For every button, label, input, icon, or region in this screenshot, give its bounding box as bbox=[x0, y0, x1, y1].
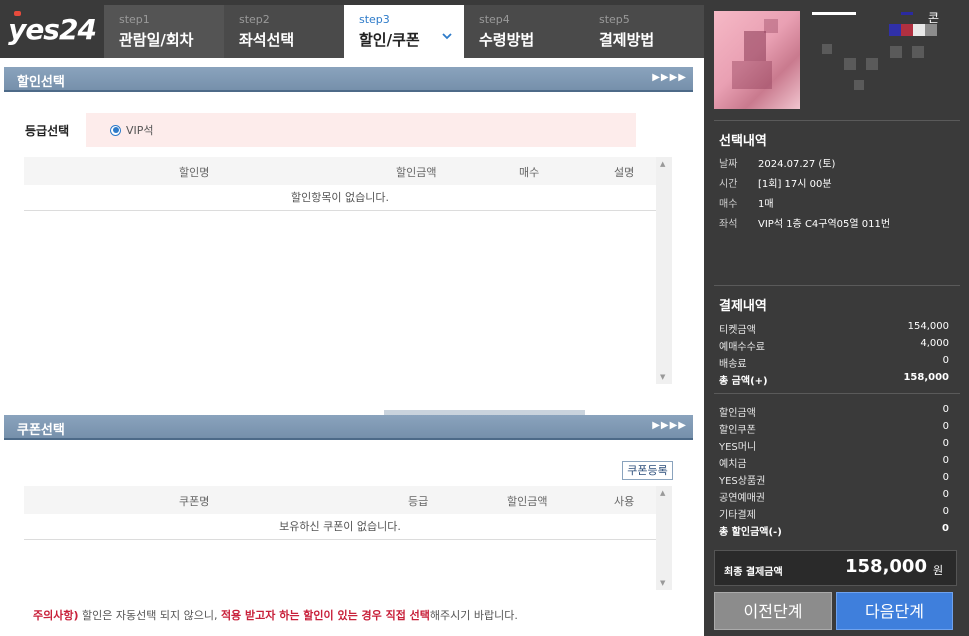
step-title: 결제방법 bbox=[599, 31, 655, 49]
other-payment-row: 기타결제 0 bbox=[719, 506, 949, 521]
discount-section-title: 할인선택 bbox=[17, 75, 65, 90]
scroll-down-icon[interactable]: ▼ bbox=[660, 373, 665, 381]
step-number: step3 bbox=[359, 13, 390, 26]
coupon-table-scrollbar[interactable]: ▲ ▼ bbox=[656, 486, 672, 590]
col-count: 매수 bbox=[519, 166, 540, 179]
scroll-up-icon[interactable]: ▲ bbox=[660, 489, 665, 497]
radio-selected-dot bbox=[112, 127, 119, 133]
notice-emphasis: 적용 받고자 하는 할인이 있는 경우 직접 선택 bbox=[220, 609, 430, 622]
notice-body-1: 할인은 자동선택 되지 않으니, bbox=[78, 609, 221, 622]
coupon-section-title: 쿠폰선택 bbox=[17, 423, 65, 438]
step-5-payment[interactable]: step5 결제방법 bbox=[584, 5, 704, 58]
yes-money-row: YES머니 0 bbox=[719, 438, 949, 453]
step-number: step5 bbox=[599, 13, 630, 26]
selection-seat: 좌석 VIP석 1층 C4구역05열 011번 bbox=[719, 219, 891, 230]
divider bbox=[714, 393, 960, 394]
col-use: 사용 bbox=[614, 495, 635, 508]
next-step-button[interactable]: 다음단계 bbox=[836, 592, 953, 630]
final-amount-value: 158,000 bbox=[845, 556, 927, 577]
show-voucher-row: 공연예매권 0 bbox=[719, 489, 949, 504]
blurred-title bbox=[854, 80, 864, 90]
step-4-delivery[interactable]: step4 수령방법 bbox=[464, 5, 584, 58]
step-title: 좌석선택 bbox=[239, 31, 295, 49]
step-3-discount-coupon[interactable]: step3 할인/쿠폰 bbox=[344, 5, 464, 58]
col-discount-name: 할인명 bbox=[179, 166, 210, 179]
total-amount-row: 총 금액(+) 158,000 bbox=[719, 372, 949, 387]
arrows-icon: ▶▶▶▶ bbox=[652, 420, 687, 431]
blurred-title bbox=[912, 46, 924, 58]
discount-section-bar: 할인선택 ▶▶▶▶ bbox=[4, 67, 693, 92]
chevron-down-icon bbox=[442, 33, 452, 40]
col-description: 설명 bbox=[614, 166, 635, 179]
final-amount-unit: 원 bbox=[933, 564, 944, 577]
discount-empty-message: 할인항목이 없습니다. bbox=[24, 185, 656, 211]
discount-table-scrollbar[interactable]: ▲ ▼ bbox=[656, 157, 672, 384]
selection-title: 선택내역 bbox=[719, 134, 767, 149]
blurred-title bbox=[925, 24, 937, 36]
col-coupon-name: 쿠폰명 bbox=[179, 495, 210, 508]
coupon-table: 쿠폰명 등급 할인금액 사용 보유하신 쿠폰이 없습니다. ▲ ▼ bbox=[24, 486, 672, 590]
coupon-section-bar: 쿠폰선택 ▶▶▶▶ bbox=[4, 415, 693, 440]
discount-table: 할인명 할인금액 매수 설명 할인항목이 없습니다. ▲ ▼ bbox=[24, 157, 672, 384]
col-discount-amount: 할인금액 bbox=[507, 495, 548, 508]
selection-time: 시간 [1회] 17시 00분 bbox=[719, 179, 832, 190]
discount-coupon-row: 할인쿠폰 0 bbox=[719, 421, 949, 436]
show-poster bbox=[714, 11, 800, 109]
step-header: yes24 step1 관람일/회차 step2 좌석선택 step3 할인/쿠… bbox=[0, 0, 704, 58]
payment-title: 결제내역 bbox=[719, 299, 767, 314]
step-title: 수령방법 bbox=[479, 31, 535, 49]
discount-amount-row: 할인금액 0 bbox=[719, 404, 949, 419]
discount-table-header: 할인명 할인금액 매수 설명 bbox=[24, 157, 656, 185]
blurred-title bbox=[844, 58, 856, 70]
deposit-row: 예치금 0 bbox=[719, 455, 949, 470]
step-number: step4 bbox=[479, 13, 510, 26]
step-title: 관람일/회차 bbox=[119, 31, 194, 49]
yes-giftcard-row: YES상품권 0 bbox=[719, 472, 949, 487]
blurred-title bbox=[866, 58, 878, 70]
booking-fee-row: 예매수수료 4,000 bbox=[719, 338, 949, 353]
step-number: step2 bbox=[239, 13, 270, 26]
coupon-register-button[interactable]: 쿠폰등록 bbox=[622, 461, 673, 480]
blurred-title bbox=[889, 24, 901, 36]
booking-summary-panel: 콘 선택내역 날짜 2024.07.27 (토) 시간 [1회] 17시 00분 매… bbox=[704, 0, 969, 636]
yes24-logo[interactable]: yes24 bbox=[0, 0, 104, 58]
notice-text: 주의사항) 할인은 자동선택 되지 않으니, 적용 받고자 하는 할인이 있는 … bbox=[33, 607, 518, 623]
notice-prefix: 주의사항) bbox=[33, 609, 79, 622]
grade-select-label: 등급선택 bbox=[25, 124, 70, 138]
coupon-table-header: 쿠폰명 등급 할인금액 사용 bbox=[24, 486, 656, 514]
divider bbox=[714, 120, 960, 121]
blurred-title bbox=[812, 12, 856, 15]
selection-count: 매수 1매 bbox=[719, 199, 774, 210]
shipping-fee-row: 배송료 0 bbox=[719, 355, 949, 370]
col-discount-amount: 할인금액 bbox=[396, 166, 437, 179]
step-1-date-session[interactable]: step1 관람일/회차 bbox=[104, 5, 224, 58]
grade-radio-vip[interactable] bbox=[110, 124, 121, 136]
divider bbox=[714, 285, 960, 286]
selection-date: 날짜 2024.07.27 (토) bbox=[719, 159, 836, 170]
blurred-title bbox=[901, 24, 913, 36]
logo-text: yes24 bbox=[8, 12, 97, 46]
blurred-title bbox=[890, 46, 902, 58]
grade-options: VIP석 bbox=[86, 113, 636, 147]
blurred-title bbox=[901, 12, 913, 15]
scroll-down-icon[interactable]: ▼ bbox=[660, 579, 665, 587]
blurred-title bbox=[913, 24, 925, 36]
grade-option-label[interactable]: VIP석 bbox=[126, 122, 154, 138]
step-2-seat[interactable]: step2 좌석선택 bbox=[224, 5, 344, 58]
total-discount-row: 총 할인금액(-) 0 bbox=[719, 523, 949, 538]
blurred-title bbox=[822, 44, 832, 54]
coupon-empty-message: 보유하신 쿠폰이 없습니다. bbox=[24, 514, 656, 540]
final-amount-box: 최종 결제금액 158,000 원 bbox=[714, 550, 957, 586]
col-grade: 등급 bbox=[408, 495, 429, 508]
arrows-icon: ▶▶▶▶ bbox=[652, 72, 687, 83]
logo-dot bbox=[14, 11, 21, 16]
step-number: step1 bbox=[119, 13, 150, 26]
prev-step-button[interactable]: 이전단계 bbox=[714, 592, 832, 630]
ticket-amount-row: 티켓금액 154,000 bbox=[719, 321, 949, 336]
final-amount-label: 최종 결제금액 bbox=[724, 567, 783, 578]
scroll-up-icon[interactable]: ▲ bbox=[660, 160, 665, 168]
notice-body-2: 해주시기 바랍니다. bbox=[429, 609, 518, 622]
